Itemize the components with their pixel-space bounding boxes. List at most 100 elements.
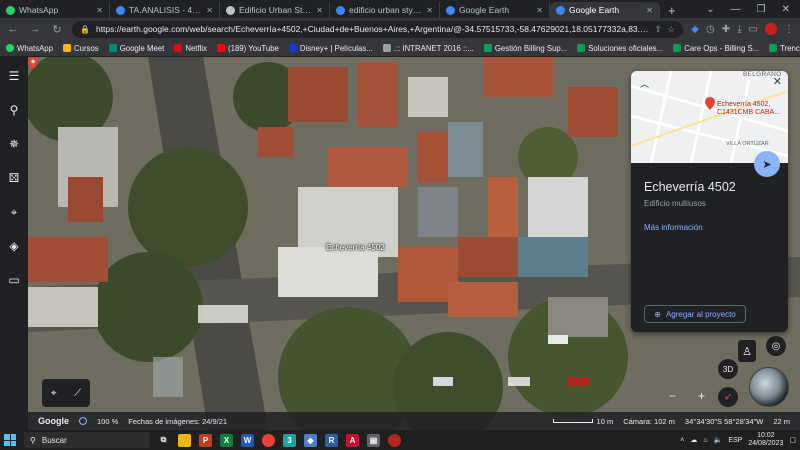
bookmark-item[interactable]: (189) YouTube: [217, 44, 279, 53]
app-icon[interactable]: [388, 433, 401, 447]
side-panel-icon[interactable]: ▭: [749, 24, 758, 35]
sheets-icon: [483, 44, 492, 52]
add-to-project-button[interactable]: ⊕ Agregar al proyecto: [644, 305, 746, 323]
bookmark-item[interactable]: Gestión Billing Sup...: [483, 44, 567, 53]
task-view-icon[interactable]: ⧉: [157, 434, 170, 447]
voyager-icon[interactable]: ✵: [5, 135, 23, 153]
satellite-map[interactable]: Echeverría 4502 ︿ BELGRANO Echeverría 45…: [28, 57, 800, 430]
chevron-up-icon[interactable]: ˄: [680, 437, 684, 444]
zoom-in-button[interactable]: +: [698, 389, 705, 405]
layers-icon[interactable]: ◈: [5, 237, 23, 255]
directions-send-icon[interactable]: ➤: [754, 151, 780, 177]
volume-icon[interactable]: 🔈: [714, 436, 723, 444]
close-tab-icon[interactable]: ✕: [316, 6, 323, 15]
revit-icon[interactable]: R: [325, 433, 338, 447]
3d-toggle-button[interactable]: 3D: [718, 359, 738, 379]
extension-icon[interactable]: ◆: [691, 24, 699, 35]
location-pin-icon[interactable]: [28, 57, 38, 69]
word-icon[interactable]: W: [241, 433, 254, 447]
scale-ruler: [552, 419, 593, 423]
address-bar[interactable]: 🔒 https://earth.google.com/web/search/Ec…: [72, 20, 684, 38]
chrome-icon[interactable]: [262, 433, 275, 447]
back-icon[interactable]: ←: [6, 23, 20, 35]
path-icon[interactable]: ⟋: [74, 388, 81, 399]
app-icon[interactable]: ▤: [367, 433, 380, 447]
menu-dots-icon[interactable]: ⋮: [784, 24, 794, 35]
bookmark-item[interactable]: .:: INTRANET 2016 ::...: [382, 43, 474, 53]
my-location-icon[interactable]: ◎: [766, 336, 786, 356]
places-icon[interactable]: ⌖: [5, 203, 23, 221]
language-indicator[interactable]: ESP: [728, 437, 742, 444]
close-tab-icon[interactable]: ✕: [96, 6, 103, 15]
bookmark-item[interactable]: Disney+ | Películas...: [288, 44, 373, 53]
autocad-icon[interactable]: A: [346, 433, 359, 447]
bookmark-item[interactable]: Netflix: [174, 44, 207, 53]
dice-icon[interactable]: ⚄: [5, 169, 23, 187]
compass-icon[interactable]: ➶: [718, 387, 738, 407]
star-icon[interactable]: ☆: [668, 24, 676, 35]
extensions-puzzle-icon[interactable]: ✚: [722, 24, 730, 35]
sheets-icon: [769, 44, 778, 52]
globe-overview[interactable]: [749, 367, 789, 407]
bookmark-item[interactable]: Care Ops - Billing S...: [673, 44, 759, 53]
close-tab-icon[interactable]: ✕: [206, 6, 213, 15]
elevation: 22 m: [773, 416, 790, 426]
ruler-icon[interactable]: ▭: [5, 271, 23, 289]
file-explorer-icon[interactable]: [178, 433, 191, 447]
street-view-pegman-icon[interactable]: ♙: [738, 340, 756, 362]
excel-icon[interactable]: X: [220, 433, 233, 447]
close-icon[interactable]: ✕: [773, 75, 782, 88]
close-tab-icon[interactable]: ✕: [426, 6, 433, 15]
forward-icon[interactable]: →: [28, 23, 42, 35]
maximize-icon[interactable]: ❐: [757, 4, 766, 15]
browser-tab[interactable]: WhatsApp ✕: [0, 2, 110, 18]
place-pin-icon[interactable]: ⌖: [51, 388, 57, 399]
chevron-down-icon[interactable]: ⌄: [706, 4, 714, 15]
share-icon[interactable]: ⇪: [655, 24, 662, 35]
collapse-up-icon[interactable]: ︿: [640, 77, 649, 90]
extension-icon[interactable]: ◷: [706, 24, 715, 35]
taskbar-search[interactable]: ⚲ Buscar: [24, 432, 149, 448]
browser-tab[interactable]: TA.ANALISIS - 42 × 29.7 cm ✕: [110, 2, 220, 18]
browser-tab[interactable]: Google Earth ✕: [440, 2, 550, 18]
download-icon[interactable]: ⤓: [737, 24, 741, 35]
more-info-link[interactable]: Más información: [644, 223, 703, 232]
notification-icon[interactable]: ▢: [789, 436, 796, 444]
profile-avatar[interactable]: [765, 23, 777, 35]
close-tab-icon[interactable]: ✕: [536, 6, 543, 15]
close-tab-icon[interactable]: ✕: [646, 6, 653, 15]
map-tools: ⌖ ⟋: [42, 379, 90, 407]
network-icon[interactable]: ⌂: [703, 437, 707, 444]
search-icon[interactable]: ⚲: [5, 101, 23, 119]
menu-icon[interactable]: ☰: [5, 67, 23, 85]
bookmark-item[interactable]: Trencito - Google S...: [769, 44, 800, 53]
lock-icon[interactable]: 🔒: [80, 25, 90, 34]
browser-tab-active[interactable]: Google Earth ✕: [550, 2, 660, 18]
close-icon[interactable]: ✕: [782, 4, 790, 15]
onedrive-icon[interactable]: ☁: [690, 436, 697, 444]
mini-map[interactable]: ︿ BELGRANO Echeverría 4502, C1431CMB CAB…: [631, 71, 788, 163]
new-tab-button[interactable]: +: [660, 3, 684, 18]
app-icon[interactable]: 3: [283, 433, 296, 447]
browser-tab[interactable]: Edificio Urban Style 2 / F2M✕: [220, 2, 330, 18]
bookmark-item[interactable]: WhatsApp: [6, 44, 53, 53]
tab-title: TA.ANALISIS - 42 × 29.7 cm: [129, 5, 202, 15]
tab-title: Google Earth: [459, 5, 510, 15]
clock[interactable]: 10:02 24/08/2023: [748, 432, 783, 448]
tab-strip: WhatsApp ✕ TA.ANALISIS - 42 × 29.7 cm ✕ Ed…: [0, 0, 800, 18]
place-label[interactable]: Echeverría 4502: [326, 243, 385, 252]
bookmark-label: .:: INTRANET 2016 ::...: [393, 43, 474, 53]
place-info-card: ︿ BELGRANO Echeverría 4502, C1431CMB CAB…: [631, 71, 788, 332]
bookmark-item[interactable]: Google Meet: [108, 44, 164, 53]
zoom-out-button[interactable]: −: [669, 389, 676, 405]
mini-map-streets: [631, 71, 788, 163]
bookmark-item[interactable]: Soluciones oficiales...: [577, 44, 663, 53]
add-pin-icon: ⊕: [654, 309, 661, 319]
browser-tab[interactable]: edificio urban style 2 - Busc ✕: [330, 2, 440, 18]
minimize-icon[interactable]: —: [731, 4, 741, 15]
windows-start-icon[interactable]: [4, 434, 16, 446]
bookmark-item[interactable]: Cursos: [62, 44, 99, 53]
reload-icon[interactable]: ↻: [50, 23, 64, 36]
app-icon[interactable]: ◆: [304, 433, 317, 447]
powerpoint-icon[interactable]: P: [199, 433, 212, 447]
